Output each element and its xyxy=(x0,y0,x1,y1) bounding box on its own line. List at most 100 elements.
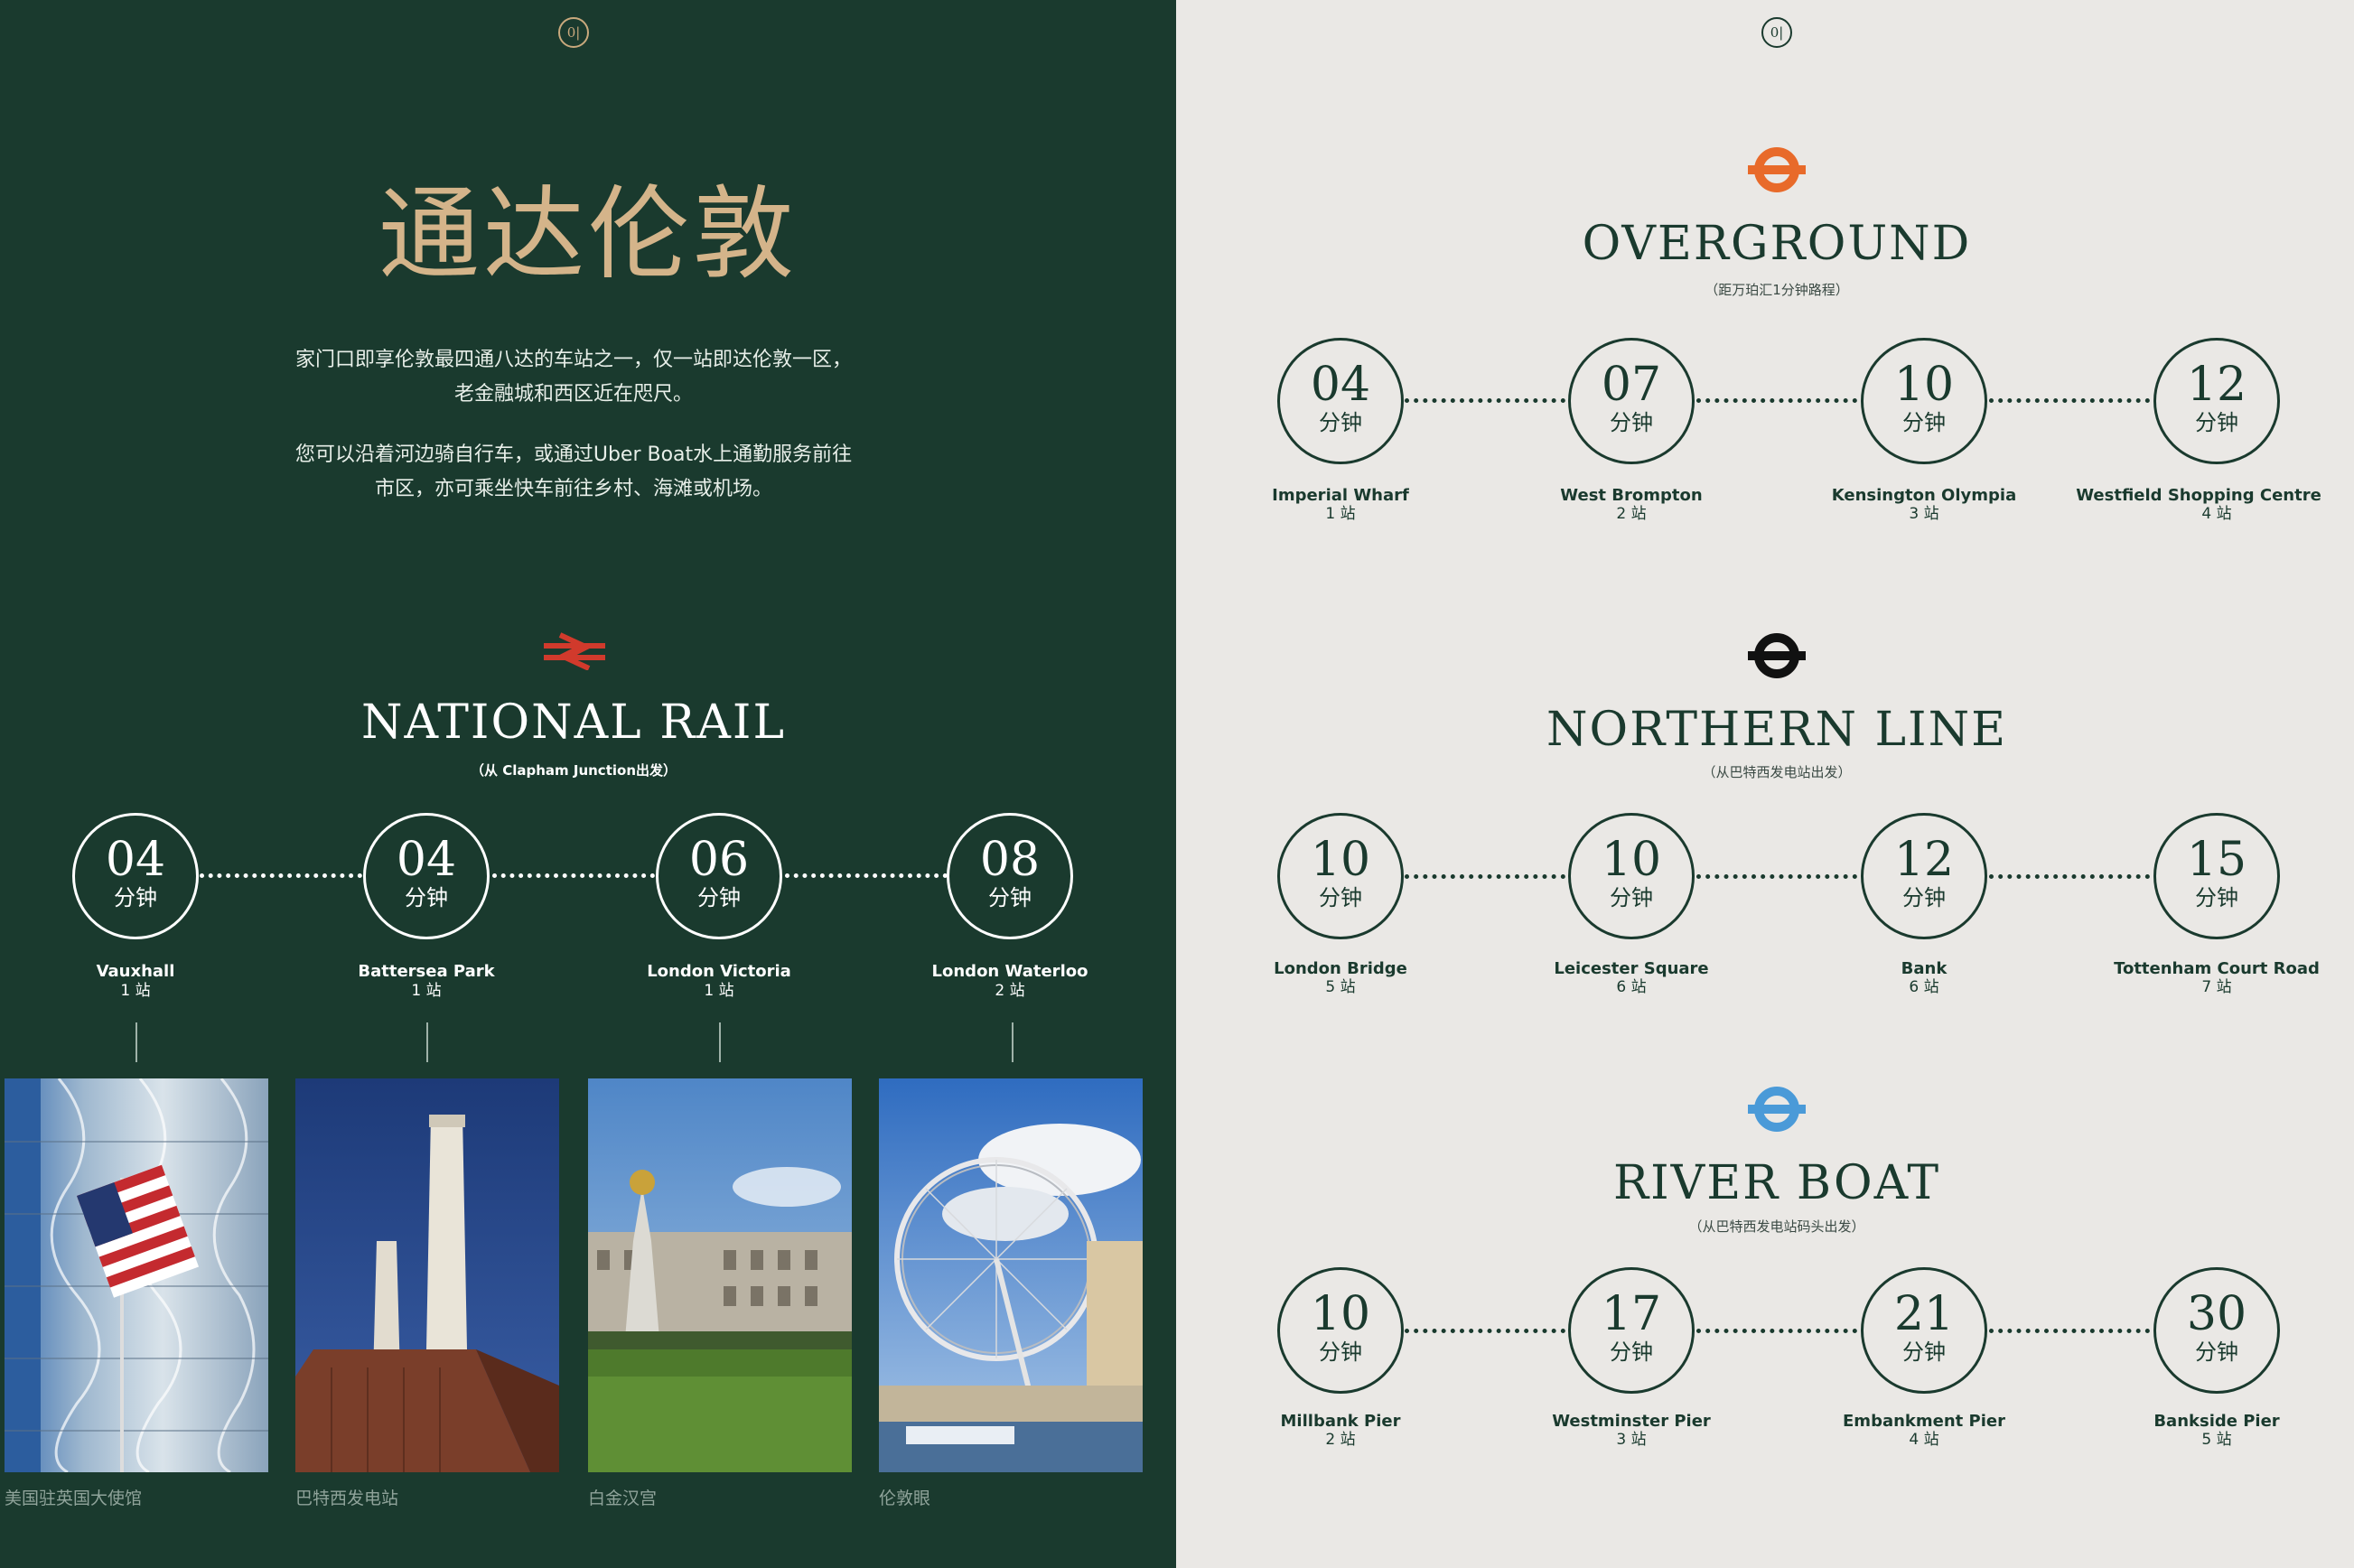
minutes-value: 04 xyxy=(1310,358,1371,412)
route-connector xyxy=(1405,874,1565,879)
brand-logo-icon: 0| xyxy=(558,17,589,48)
journey-time-circle: 21 分钟 xyxy=(1861,1267,1987,1394)
station-stops: 6 站 xyxy=(1616,978,1647,996)
station-name: Bank xyxy=(1901,959,1948,978)
minutes-value: 08 xyxy=(979,833,1041,887)
station-stops: 1 站 xyxy=(120,982,151,1000)
right-page: 0| OVERGROUND （距万珀汇1分钟路程） 04 分钟 07 分钟 10… xyxy=(1176,0,2354,1568)
journey-time-circle: 30 分钟 xyxy=(2153,1267,2280,1394)
minutes-value: 30 xyxy=(2186,1287,2247,1341)
route-connector xyxy=(1989,874,2150,879)
station-stops: 6 站 xyxy=(1909,978,1939,996)
minutes-value: 12 xyxy=(1893,833,1955,887)
journey-time-circle: 06 分钟 xyxy=(656,813,782,939)
journey-time-circle: 04 分钟 xyxy=(72,813,199,939)
page-title: 通达伦敦 xyxy=(378,176,798,294)
minutes-value: 10 xyxy=(1893,358,1955,412)
journey-time-circle: 04 分钟 xyxy=(1277,338,1404,464)
station-stops: 3 站 xyxy=(1909,505,1939,523)
station-name: London Victoria xyxy=(647,962,791,981)
route-connector xyxy=(1989,398,2150,403)
station-stops: 1 站 xyxy=(411,982,442,1000)
minutes-unit: 分钟 xyxy=(988,885,1032,910)
overground-roundel-icon xyxy=(1748,147,1806,192)
national-rail-icon xyxy=(544,632,605,670)
intro-paragraph-2: 您可以沿着河边骑自行车，或通过Uber Boat水上通勤服务前往 市区，亦可乘坐… xyxy=(0,438,1147,507)
journey-time-circle: 15 分钟 xyxy=(2153,813,2280,939)
underground-roundel-icon xyxy=(1748,633,1806,678)
photo-caption: 白金汉宫 xyxy=(588,1489,658,1508)
station-stops: 1 站 xyxy=(704,982,734,1000)
minutes-value: 10 xyxy=(1310,1287,1371,1341)
station-stops: 2 站 xyxy=(1325,1431,1356,1449)
station-stops: 2 站 xyxy=(995,982,1025,1000)
journey-time-circle: 10 分钟 xyxy=(1568,813,1695,939)
station-name: Bankside Pier xyxy=(2153,1412,2280,1431)
minutes-unit: 分钟 xyxy=(1610,885,1653,910)
journey-time-circle: 17 分钟 xyxy=(1568,1267,1695,1394)
minutes-unit: 分钟 xyxy=(1902,410,1946,435)
journey-time-circle: 10 分钟 xyxy=(1277,1267,1404,1394)
national-rail-title: NATIONAL RAIL xyxy=(361,695,786,750)
us-embassy-photo xyxy=(5,1078,268,1472)
minutes-unit: 分钟 xyxy=(1610,1339,1653,1365)
national-rail-subtitle: （从 Clapham Junction出发） xyxy=(470,762,677,779)
intro-line: 市区，亦可乘坐快车前往乡村、海滩或机场。 xyxy=(374,478,772,500)
minutes-value: 15 xyxy=(2186,833,2247,887)
journey-time-circle: 08 分钟 xyxy=(947,813,1073,939)
minutes-value: 04 xyxy=(105,833,166,887)
station-stops: 4 站 xyxy=(2201,505,2232,523)
river-boat-title: RIVER BOAT xyxy=(1612,1156,1941,1210)
route-connector xyxy=(1989,1329,2150,1333)
route-connector xyxy=(1696,874,1857,879)
station-stops: 1 站 xyxy=(1325,505,1356,523)
minutes-value: 21 xyxy=(1893,1287,1955,1341)
journey-time-circle: 12 分钟 xyxy=(2153,338,2280,464)
brand-logo-icon: 0| xyxy=(1761,17,1792,48)
minutes-value: 10 xyxy=(1601,833,1662,887)
minutes-unit: 分钟 xyxy=(1902,885,1946,910)
minutes-unit: 分钟 xyxy=(2195,1339,2238,1365)
minutes-value: 07 xyxy=(1601,358,1662,412)
minutes-unit: 分钟 xyxy=(1319,410,1362,435)
station-stops: 5 站 xyxy=(2201,1431,2232,1449)
journey-time-circle: 12 分钟 xyxy=(1861,813,1987,939)
route-connector xyxy=(785,873,948,878)
station-name: Westminster Pier xyxy=(1552,1412,1711,1431)
minutes-value: 06 xyxy=(688,833,750,887)
station-stops: 3 站 xyxy=(1616,1431,1647,1449)
minutes-unit: 分钟 xyxy=(405,885,448,910)
river-boat-subtitle: （从巴特西发电站码头出发） xyxy=(1688,1218,1865,1235)
minutes-value: 04 xyxy=(396,833,457,887)
intro-line: 家门口即享伦敦最四通八达的车站之一，仅一站即达伦敦一区， xyxy=(294,349,852,371)
station-name: Battersea Park xyxy=(358,962,495,981)
station-name: Millbank Pier xyxy=(1280,1412,1401,1431)
minutes-unit: 分钟 xyxy=(1902,1339,1946,1365)
intro-line: 您可以沿着河边骑自行车，或通过Uber Boat水上通勤服务前往 xyxy=(294,443,853,466)
station-name: Westfield Shopping Centre xyxy=(2076,486,2321,505)
connector-line xyxy=(135,1022,137,1062)
minutes-value: 10 xyxy=(1310,833,1371,887)
minutes-unit: 分钟 xyxy=(114,885,157,910)
route-connector xyxy=(1696,1329,1857,1333)
river-boat-roundel-icon xyxy=(1748,1087,1806,1132)
station-name: Embankment Pier xyxy=(1843,1412,2005,1431)
station-name: Tottenham Court Road xyxy=(2114,959,2320,978)
journey-time-circle: 04 分钟 xyxy=(363,813,490,939)
minutes-unit: 分钟 xyxy=(1610,410,1653,435)
northern-line-subtitle: （从巴特西发电站出发） xyxy=(1702,764,1852,780)
northern-line-title: NORTHERN LINE xyxy=(1546,703,2008,757)
station-name: Leicester Square xyxy=(1554,959,1709,978)
connector-line xyxy=(719,1022,721,1062)
station-name: London Bridge xyxy=(1274,959,1407,978)
minutes-value: 12 xyxy=(2186,358,2247,412)
overground-title: OVERGROUND xyxy=(1582,217,1972,271)
station-stops: 5 站 xyxy=(1325,978,1356,996)
minutes-unit: 分钟 xyxy=(697,885,741,910)
photo-caption: 伦敦眼 xyxy=(879,1489,931,1508)
station-name: Vauxhall xyxy=(96,962,175,981)
station-stops: 4 站 xyxy=(1909,1431,1939,1449)
route-connector xyxy=(200,873,362,878)
photo-caption: 美国驻英国大使馆 xyxy=(5,1489,143,1508)
overground-subtitle: （距万珀汇1分钟路程） xyxy=(1705,282,1849,298)
